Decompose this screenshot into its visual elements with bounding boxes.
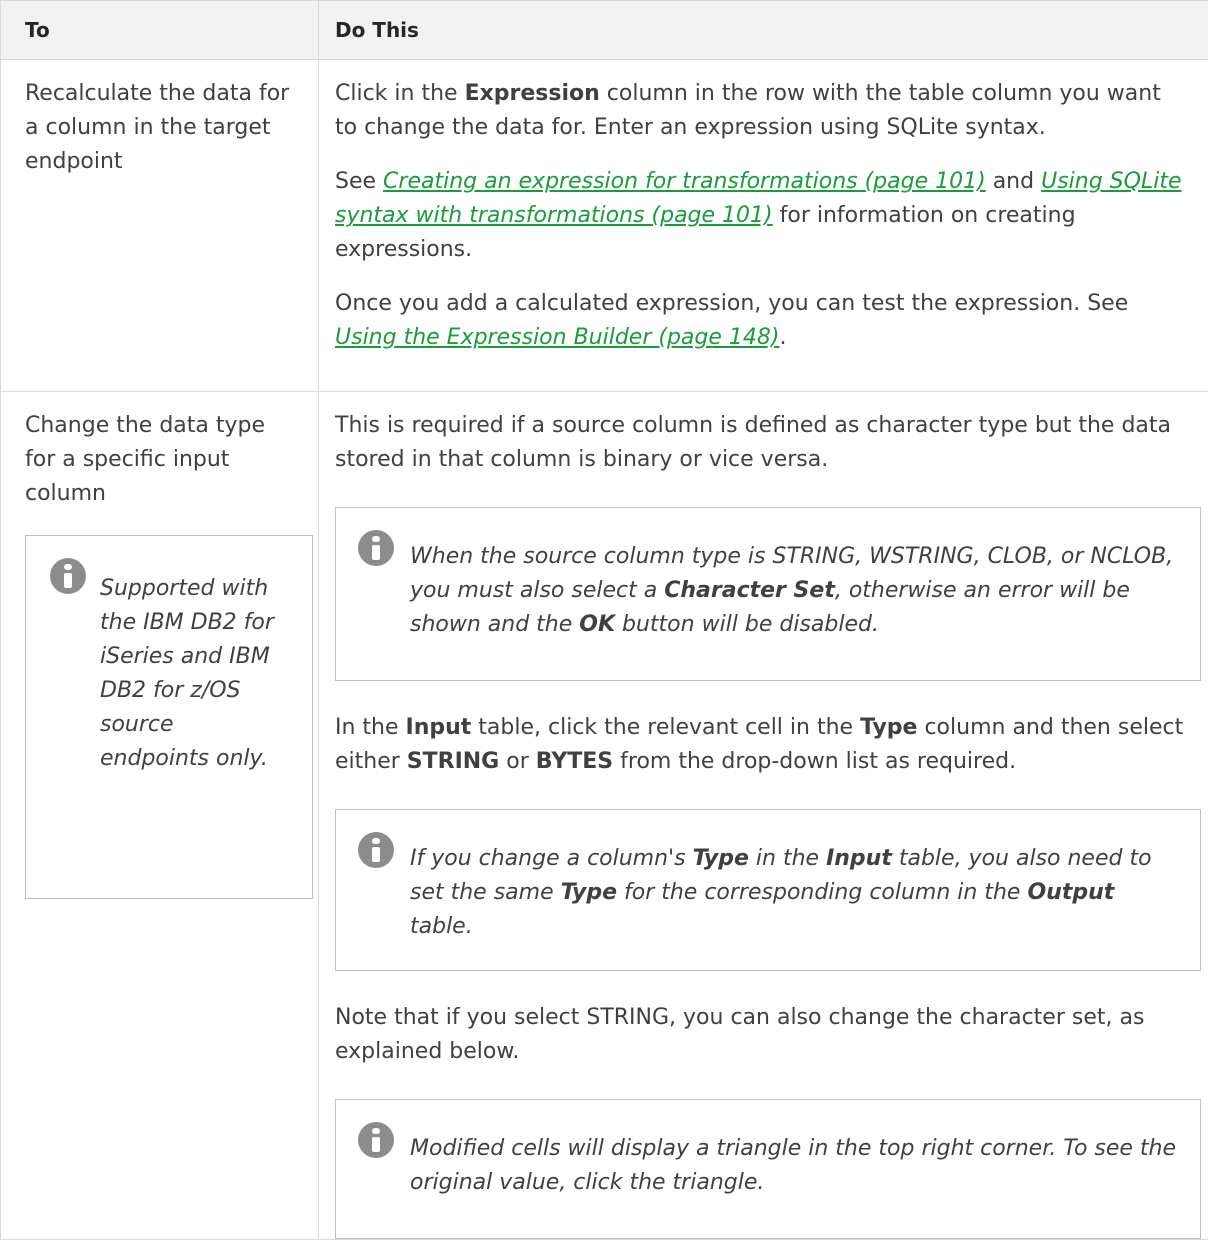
info-icon [358, 530, 394, 566]
row2-paragraph-1: This is required if a source column is d… [335, 413, 1171, 472]
row2-paragraph-2: In the Input table, click the relevant c… [335, 715, 1184, 774]
character-set-note: When the source column type is STRING, W… [335, 507, 1201, 681]
row1-paragraph-3: Once you add a calculated expression, yo… [335, 291, 1129, 350]
table-row: Recalculate the data for a column in the… [0, 59, 1208, 392]
header-to-label: To [25, 18, 50, 42]
row1-do-cell: Click in the Expression column in the ro… [318, 59, 1208, 392]
header-to: To [0, 0, 319, 60]
link-expression-builder[interactable]: Using the Expression Builder (page 148) [335, 325, 779, 350]
supported-note: Supported with the IBM DB2 for iSeries a… [25, 535, 313, 899]
header-do-this: Do This [318, 0, 1208, 60]
modified-cells-note-text: Modified cells will display a triangle i… [410, 1136, 1177, 1195]
expression-term: Expression [464, 81, 600, 106]
table-row: Change the data type for a specific inpu… [0, 391, 1208, 1240]
character-set-note-text: When the source column type is STRING, W… [410, 544, 1174, 637]
info-icon [50, 558, 86, 594]
row2-to-text: Change the data type for a specific inpu… [25, 413, 266, 506]
type-output-note: If you change a column's Type in the Inp… [335, 809, 1201, 971]
modified-cells-note: Modified cells will display a triangle i… [335, 1099, 1201, 1239]
row1-paragraph-1: Click in the Expression column in the ro… [335, 81, 1161, 140]
row1-to-text: Recalculate the data for a column in the… [25, 81, 290, 174]
doc-table: To Do This Recalculate the data for a co… [0, 0, 1208, 1240]
link-creating-expression[interactable]: Creating an expression for transformatio… [383, 169, 986, 194]
table-header-row: To Do This [0, 0, 1208, 60]
row2-to-cell: Change the data type for a specific inpu… [0, 391, 319, 1240]
type-output-note-text: If you change a column's Type in the Inp… [410, 846, 1152, 939]
supported-note-text: Supported with the IBM DB2 for iSeries a… [100, 576, 274, 771]
info-icon [358, 832, 394, 868]
row1-to-cell: Recalculate the data for a column in the… [0, 59, 319, 392]
row2-paragraph-3: Note that if you select STRING, you can … [335, 1005, 1145, 1064]
row2-do-cell: This is required if a source column is d… [318, 391, 1208, 1240]
header-do-this-label: Do This [335, 18, 419, 42]
row1-paragraph-2: See Creating an expression for transform… [335, 169, 1182, 262]
info-icon [358, 1122, 394, 1158]
